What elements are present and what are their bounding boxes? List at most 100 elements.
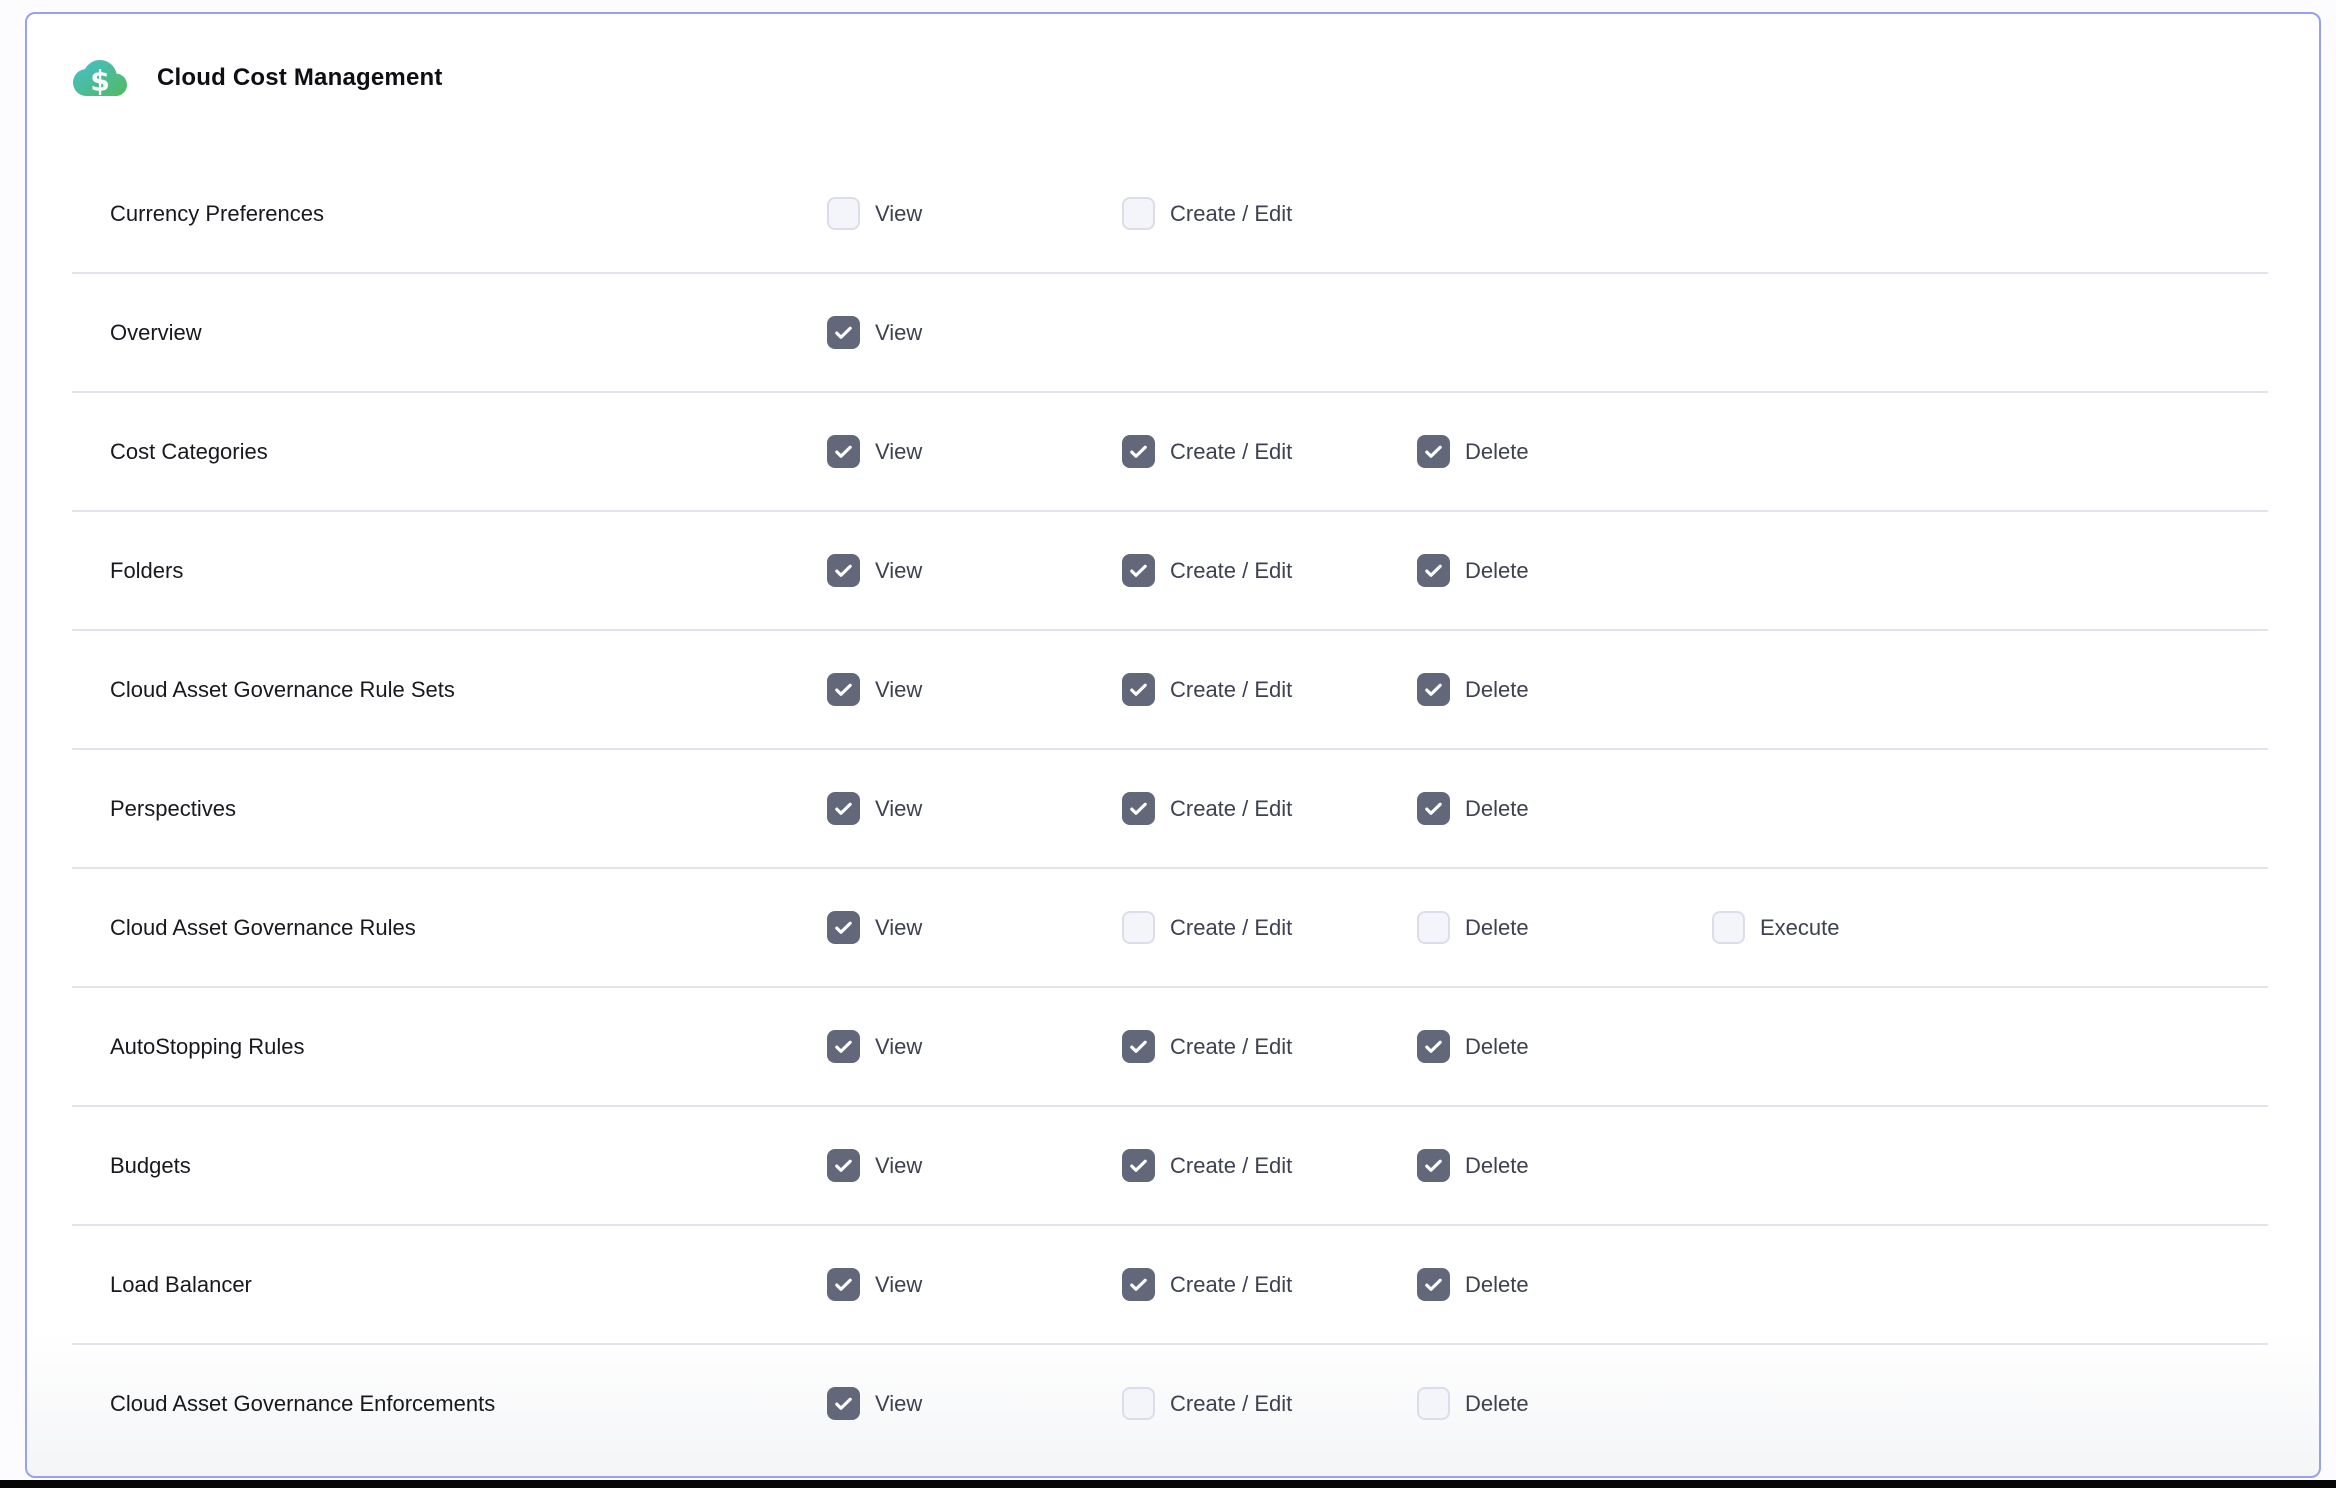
permission-checkbox[interactable]: [827, 316, 860, 349]
permission-cell[interactable]: Delete: [1417, 1149, 1712, 1182]
permission-checkbox[interactable]: [1122, 197, 1155, 230]
permission-checkbox[interactable]: [1122, 1149, 1155, 1182]
permission-label[interactable]: Delete: [1465, 796, 1529, 822]
permission-cell[interactable]: Create / Edit: [1122, 911, 1417, 944]
permission-cell[interactable]: Create / Edit: [1122, 1149, 1417, 1182]
permission-cell[interactable]: View: [827, 316, 1122, 349]
permission-label[interactable]: View: [875, 1034, 922, 1060]
permission-checkbox[interactable]: [827, 435, 860, 468]
permission-checkbox[interactable]: [1122, 1387, 1155, 1420]
permission-cell[interactable]: Create / Edit: [1122, 554, 1417, 587]
permission-checkbox[interactable]: [827, 673, 860, 706]
permission-label[interactable]: Delete: [1465, 1153, 1529, 1179]
permission-checkbox[interactable]: [827, 197, 860, 230]
permission-cell[interactable]: View: [827, 554, 1122, 587]
permission-cell[interactable]: View: [827, 792, 1122, 825]
permission-checkbox[interactable]: [1417, 554, 1450, 587]
permission-label[interactable]: Create / Edit: [1170, 558, 1292, 584]
permission-label[interactable]: View: [875, 320, 922, 346]
permission-cell[interactable]: View: [827, 911, 1122, 944]
permission-checkbox[interactable]: [1417, 1149, 1450, 1182]
permission-label[interactable]: Create / Edit: [1170, 796, 1292, 822]
permission-label[interactable]: Create / Edit: [1170, 201, 1292, 227]
permission-checkbox[interactable]: [827, 1268, 860, 1301]
permission-label[interactable]: View: [875, 201, 922, 227]
permission-cell[interactable]: View: [827, 673, 1122, 706]
permission-cell[interactable]: Delete: [1417, 554, 1712, 587]
check-icon: [832, 1035, 855, 1058]
check-icon: [832, 797, 855, 820]
permission-checkbox[interactable]: [1417, 1030, 1450, 1063]
permission-cell[interactable]: Delete: [1417, 435, 1712, 468]
permission-cell[interactable]: Create / Edit: [1122, 673, 1417, 706]
permission-checkbox[interactable]: [1122, 554, 1155, 587]
permission-label[interactable]: Create / Edit: [1170, 1034, 1292, 1060]
permission-cell[interactable]: Delete: [1417, 792, 1712, 825]
table-row: Overview View: [72, 274, 2268, 393]
permission-cell[interactable]: Create / Edit: [1122, 1030, 1417, 1063]
permission-cell[interactable]: Create / Edit: [1122, 197, 1417, 230]
permission-label[interactable]: View: [875, 439, 922, 465]
permission-cell[interactable]: Execute: [1712, 911, 2007, 944]
permission-cell[interactable]: Delete: [1417, 1268, 1712, 1301]
permission-label[interactable]: Delete: [1465, 677, 1529, 703]
permission-checkbox[interactable]: [827, 554, 860, 587]
permission-label[interactable]: Create / Edit: [1170, 677, 1292, 703]
permission-cell[interactable]: Create / Edit: [1122, 1387, 1417, 1420]
permission-cell[interactable]: Delete: [1417, 1387, 1712, 1420]
permission-cell[interactable]: Delete: [1417, 1030, 1712, 1063]
permission-label[interactable]: View: [875, 915, 922, 941]
check-icon: [832, 916, 855, 939]
permission-checkbox[interactable]: [1122, 435, 1155, 468]
permission-checkbox[interactable]: [1712, 911, 1745, 944]
permission-checkbox[interactable]: [1417, 911, 1450, 944]
permission-checkbox[interactable]: [1122, 911, 1155, 944]
permission-cell[interactable]: View: [827, 1268, 1122, 1301]
permission-checkbox[interactable]: [1122, 1030, 1155, 1063]
permission-cell[interactable]: View: [827, 1030, 1122, 1063]
permission-label[interactable]: Create / Edit: [1170, 1272, 1292, 1298]
permission-label[interactable]: Delete: [1465, 439, 1529, 465]
permission-label[interactable]: View: [875, 677, 922, 703]
permission-label[interactable]: Create / Edit: [1170, 439, 1292, 465]
permission-checkbox[interactable]: [1417, 435, 1450, 468]
permission-label[interactable]: Delete: [1465, 915, 1529, 941]
permission-checkbox[interactable]: [1122, 673, 1155, 706]
permission-checkbox[interactable]: [1417, 673, 1450, 706]
permission-cell[interactable]: Create / Edit: [1122, 1268, 1417, 1301]
permission-label[interactable]: Delete: [1465, 1391, 1529, 1417]
permission-checkbox[interactable]: [1417, 792, 1450, 825]
permission-checkbox[interactable]: [1122, 792, 1155, 825]
permission-label[interactable]: View: [875, 1391, 922, 1417]
permission-label[interactable]: Delete: [1465, 558, 1529, 584]
permission-checkbox[interactable]: [827, 911, 860, 944]
permission-cell[interactable]: Create / Edit: [1122, 792, 1417, 825]
check-icon: [832, 1392, 855, 1415]
permission-checkbox[interactable]: [1417, 1387, 1450, 1420]
permission-label[interactable]: Create / Edit: [1170, 1153, 1292, 1179]
permission-checkbox[interactable]: [827, 1387, 860, 1420]
permission-checkbox[interactable]: [827, 792, 860, 825]
table-row: Cloud Asset Governance Enforcements View…: [72, 1345, 2268, 1462]
permission-cell[interactable]: View: [827, 435, 1122, 468]
resource-label: Cloud Asset Governance Rules: [72, 915, 827, 941]
permission-label[interactable]: Create / Edit: [1170, 915, 1292, 941]
permission-checkbox[interactable]: [1417, 1268, 1450, 1301]
permission-cell[interactable]: Create / Edit: [1122, 435, 1417, 468]
permission-cell[interactable]: Delete: [1417, 911, 1712, 944]
permission-cell[interactable]: Delete: [1417, 673, 1712, 706]
permission-checkbox[interactable]: [827, 1030, 860, 1063]
permission-label[interactable]: Delete: [1465, 1034, 1529, 1060]
permission-label[interactable]: View: [875, 796, 922, 822]
permission-label[interactable]: Delete: [1465, 1272, 1529, 1298]
permission-cell[interactable]: View: [827, 1149, 1122, 1182]
permission-label[interactable]: Create / Edit: [1170, 1391, 1292, 1417]
permission-cell[interactable]: View: [827, 197, 1122, 230]
permission-label[interactable]: View: [875, 558, 922, 584]
permission-label[interactable]: View: [875, 1153, 922, 1179]
permission-checkbox[interactable]: [1122, 1268, 1155, 1301]
permission-cell[interactable]: View: [827, 1387, 1122, 1420]
permission-label[interactable]: View: [875, 1272, 922, 1298]
permission-label[interactable]: Execute: [1760, 915, 1840, 941]
permission-checkbox[interactable]: [827, 1149, 860, 1182]
